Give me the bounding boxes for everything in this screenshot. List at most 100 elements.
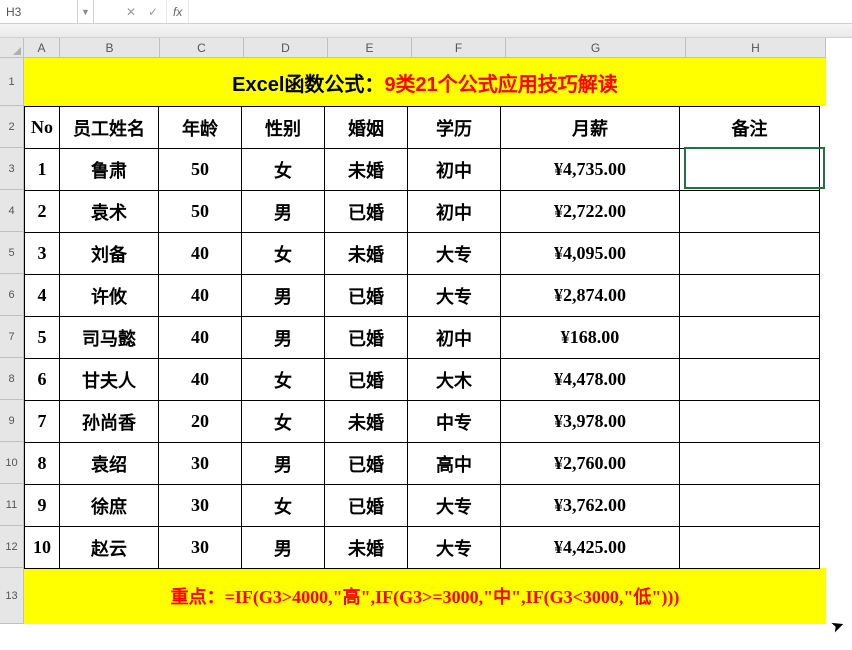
cell-marriage[interactable]: 已婚 (324, 358, 408, 401)
cell-note[interactable] (679, 316, 820, 359)
cell-note[interactable] (679, 526, 820, 569)
cell-name[interactable]: 鲁肃 (59, 148, 159, 191)
cell-marriage[interactable]: 已婚 (324, 484, 408, 527)
cell-salary[interactable]: ¥4,095.00 (500, 232, 680, 275)
cell-age[interactable]: 40 (158, 274, 242, 317)
row-header-10[interactable]: 10 (0, 442, 24, 484)
cell-note[interactable] (679, 232, 820, 275)
cell-marriage[interactable]: 未婚 (324, 148, 408, 191)
row-header-1[interactable]: 1 (0, 58, 24, 106)
cell-marriage[interactable]: 已婚 (324, 316, 408, 359)
cell-name[interactable]: 甘夫人 (59, 358, 159, 401)
row-header-4[interactable]: 4 (0, 190, 24, 232)
header-name[interactable]: 员工姓名 (59, 106, 159, 149)
header-education[interactable]: 学历 (407, 106, 501, 149)
cell-name[interactable]: 孙尚香 (59, 400, 159, 443)
row-header-3[interactable]: 3 (0, 148, 24, 190)
cell-salary[interactable]: ¥4,735.00 (500, 148, 680, 191)
cell-gender[interactable]: 女 (241, 484, 325, 527)
cell-note[interactable] (679, 358, 820, 401)
cell-gender[interactable]: 女 (241, 148, 325, 191)
cell-marriage[interactable]: 未婚 (324, 526, 408, 569)
row-header-13[interactable]: 13 (0, 568, 24, 624)
cell-education[interactable]: 大木 (407, 358, 501, 401)
cell-education[interactable]: 大专 (407, 526, 501, 569)
cell-gender[interactable]: 男 (241, 442, 325, 485)
cell-age[interactable]: 50 (158, 190, 242, 233)
cell-age[interactable]: 40 (158, 232, 242, 275)
cell-note[interactable] (679, 190, 820, 233)
header-salary[interactable]: 月薪 (500, 106, 680, 149)
cell-education[interactable]: 大专 (407, 274, 501, 317)
row-header-6[interactable]: 6 (0, 274, 24, 316)
cell-education[interactable]: 初中 (407, 316, 501, 359)
header-age[interactable]: 年龄 (158, 106, 242, 149)
row-header-5[interactable]: 5 (0, 232, 24, 274)
row-header-2[interactable]: 2 (0, 106, 24, 148)
cell-age[interactable]: 40 (158, 358, 242, 401)
cell-marriage[interactable]: 已婚 (324, 190, 408, 233)
col-header-A[interactable]: A (24, 38, 60, 58)
cell-education[interactable]: 高中 (407, 442, 501, 485)
header-note[interactable]: 备注 (679, 106, 820, 149)
cell-marriage[interactable]: 未婚 (324, 232, 408, 275)
cell-gender[interactable]: 男 (241, 190, 325, 233)
row-header-11[interactable]: 11 (0, 484, 24, 526)
cell-salary[interactable]: ¥2,874.00 (500, 274, 680, 317)
cell-salary[interactable]: ¥2,760.00 (500, 442, 680, 485)
cell-age[interactable]: 40 (158, 316, 242, 359)
header-marriage[interactable]: 婚姻 (324, 106, 408, 149)
cell-no[interactable]: 8 (24, 442, 60, 485)
cell-name[interactable]: 徐庶 (59, 484, 159, 527)
cell-gender[interactable]: 男 (241, 274, 325, 317)
formula-input[interactable] (189, 0, 852, 23)
cell-salary[interactable]: ¥3,762.00 (500, 484, 680, 527)
header-gender[interactable]: 性别 (241, 106, 325, 149)
cell-name[interactable]: 许攸 (59, 274, 159, 317)
cell-education[interactable]: 中专 (407, 400, 501, 443)
col-header-H[interactable]: H (686, 38, 826, 58)
cell-education[interactable]: 大专 (407, 232, 501, 275)
cell-no[interactable]: 9 (24, 484, 60, 527)
cell-gender[interactable]: 女 (241, 400, 325, 443)
cell-no[interactable]: 2 (24, 190, 60, 233)
col-header-E[interactable]: E (328, 38, 412, 58)
select-all-triangle[interactable] (0, 38, 24, 58)
cell-salary[interactable]: ¥4,478.00 (500, 358, 680, 401)
cell-gender[interactable]: 女 (241, 358, 325, 401)
cell-education[interactable]: 初中 (407, 148, 501, 191)
col-header-B[interactable]: B (60, 38, 160, 58)
cell-name[interactable]: 赵云 (59, 526, 159, 569)
cell-no[interactable]: 6 (24, 358, 60, 401)
cell-name[interactable]: 刘备 (59, 232, 159, 275)
cell-age[interactable]: 30 (158, 484, 242, 527)
cell-name[interactable]: 司马懿 (59, 316, 159, 359)
cell-age[interactable]: 20 (158, 400, 242, 443)
cell-no[interactable]: 5 (24, 316, 60, 359)
cell-no[interactable]: 7 (24, 400, 60, 443)
cell-education[interactable]: 大专 (407, 484, 501, 527)
cell-salary[interactable]: ¥3,978.00 (500, 400, 680, 443)
cell-marriage[interactable]: 已婚 (324, 442, 408, 485)
row-header-9[interactable]: 9 (0, 400, 24, 442)
footer-cell[interactable]: 重点： =IF(G3>4000,"高",IF(G3>=3000,"中",IF(G… (24, 568, 826, 624)
col-header-C[interactable]: C (160, 38, 244, 58)
cell-education[interactable]: 初中 (407, 190, 501, 233)
cell-marriage[interactable]: 未婚 (324, 400, 408, 443)
cell-salary[interactable]: ¥4,425.00 (500, 526, 680, 569)
header-no[interactable]: No (24, 106, 60, 149)
cell-note[interactable] (679, 484, 820, 527)
cell-note[interactable] (679, 400, 820, 443)
cell-age[interactable]: 30 (158, 442, 242, 485)
cell-note[interactable] (679, 274, 820, 317)
name-box-dropdown-icon[interactable]: ▼ (78, 0, 94, 23)
cell-salary[interactable]: ¥2,722.00 (500, 190, 680, 233)
row-header-12[interactable]: 12 (0, 526, 24, 568)
cell-gender[interactable]: 男 (241, 526, 325, 569)
title-cell[interactable]: Excel函数公式： 9类21个公式应用技巧解读 (24, 58, 826, 106)
cell-no[interactable]: 3 (24, 232, 60, 275)
cell-note[interactable] (679, 148, 820, 191)
cell-no[interactable]: 1 (24, 148, 60, 191)
cell-gender[interactable]: 女 (241, 232, 325, 275)
cell-age[interactable]: 30 (158, 526, 242, 569)
